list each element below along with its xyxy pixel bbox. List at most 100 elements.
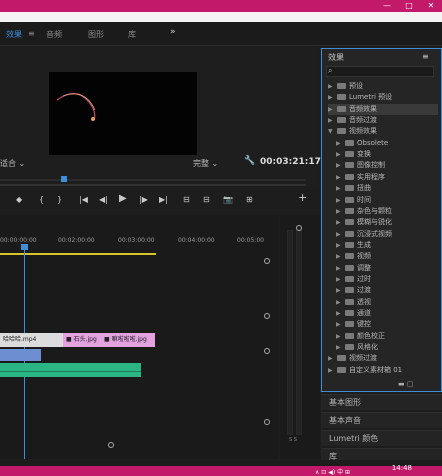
effects-tree-item[interactable]: ▶ 视频 bbox=[336, 251, 371, 262]
chevron-right-icon[interactable]: ▶ bbox=[328, 365, 337, 376]
chevron-right-icon[interactable]: ▶ bbox=[328, 104, 337, 115]
meter-solo-labels[interactable]: S S bbox=[289, 437, 297, 443]
panel-menu-icon[interactable]: ≡ bbox=[422, 52, 429, 61]
chevron-right-icon[interactable]: ▶ bbox=[336, 206, 345, 217]
effects-tree-item[interactable]: ▶ 音频效果 bbox=[328, 103, 438, 115]
chevron-right-icon[interactable]: ▶ bbox=[336, 229, 345, 240]
chevron-right-icon[interactable]: ▶ bbox=[328, 92, 337, 103]
side-panel-tab[interactable]: Lumetri 颜色 bbox=[321, 430, 442, 446]
chevron-right-icon[interactable]: ▶ bbox=[336, 149, 345, 160]
comparison-view-button[interactable]: ⊞ bbox=[246, 195, 253, 204]
zoom-handle[interactable] bbox=[264, 348, 270, 354]
effects-tree-item[interactable]: ▶ 颜色校正 bbox=[336, 331, 385, 342]
chevron-right-icon[interactable]: ▶ bbox=[336, 285, 345, 296]
extract-button[interactable]: ⊟ bbox=[203, 195, 210, 204]
effects-tree-item[interactable]: ▶ 风格化 bbox=[336, 342, 378, 353]
program-timecode[interactable]: 00:03:21:17 bbox=[260, 157, 321, 167]
export-frame-icon[interactable]: 📷 bbox=[223, 195, 233, 204]
chevron-right-icon[interactable]: ▶ bbox=[336, 331, 345, 342]
tab-audio[interactable]: 音频 bbox=[46, 29, 62, 40]
side-panel-tab[interactable]: 基本图形 bbox=[321, 394, 442, 410]
chevron-right-icon[interactable]: ▶ bbox=[336, 217, 345, 228]
step-forward-button[interactable]: |▶ bbox=[139, 195, 148, 204]
image-clip[interactable]: ■ 嘛啦啦啦.jpg bbox=[101, 333, 155, 347]
chevron-right-icon[interactable]: ▶ bbox=[336, 342, 345, 353]
chevron-right-icon[interactable]: ▶ bbox=[336, 195, 345, 206]
tab-library[interactable]: 库 bbox=[128, 29, 136, 40]
effects-tree-item[interactable]: ▶ 视频过渡 bbox=[328, 353, 377, 364]
effects-tree-item[interactable]: ▶ 过渡 bbox=[336, 285, 371, 296]
chevron-right-icon[interactable]: ▶ bbox=[336, 297, 345, 308]
chevron-right-icon[interactable]: ▶ bbox=[328, 353, 337, 364]
program-ruler[interactable] bbox=[0, 171, 306, 186]
effects-tree-item[interactable]: ▶ 音频过渡 bbox=[328, 115, 377, 126]
effects-tree-item[interactable]: ▶ 透视 bbox=[336, 297, 371, 308]
close-button[interactable]: ✕ bbox=[420, 0, 442, 12]
tab-effects[interactable]: 效果 bbox=[6, 29, 22, 40]
marker-button[interactable]: ◆ bbox=[16, 195, 22, 204]
go-to-in-button[interactable]: |◀ bbox=[79, 195, 88, 204]
effects-tree-item[interactable]: ▶ 变换 bbox=[336, 149, 371, 160]
chevron-right-icon[interactable]: ▶ bbox=[336, 138, 345, 149]
chevron-right-icon[interactable]: ▶ bbox=[336, 172, 345, 183]
zoom-handle[interactable] bbox=[264, 419, 270, 425]
chevron-right-icon[interactable]: ▶ bbox=[336, 263, 345, 274]
minimize-button[interactable]: — bbox=[376, 0, 398, 12]
step-back-button[interactable]: ◀| bbox=[99, 195, 108, 204]
chevron-right-icon[interactable]: ▶ bbox=[328, 115, 337, 126]
effects-tree-item[interactable]: ▶ 实用程序 bbox=[336, 172, 385, 183]
go-to-out-button[interactable]: ▶| bbox=[159, 195, 168, 204]
chevron-right-icon[interactable]: ▶ bbox=[336, 319, 345, 330]
effects-tree-item[interactable]: ▶ 沉浸式视频 bbox=[336, 229, 392, 240]
chevron-right-icon[interactable]: ▶ bbox=[336, 308, 345, 319]
effects-tree-item[interactable]: ▶ 扭曲 bbox=[336, 183, 371, 194]
effects-tree-item[interactable]: ▶ 键控 bbox=[336, 319, 371, 330]
fit-dropdown[interactable]: 适合 ⌄ bbox=[0, 158, 25, 169]
audio-clip[interactable] bbox=[0, 363, 141, 377]
lift-button[interactable]: ⊟ bbox=[183, 195, 190, 204]
timeline-time-ruler[interactable]: 00:00:00:00 00:02:00:00 00:03:00:00 00:0… bbox=[0, 237, 278, 247]
effects-tree-item[interactable]: ▶ 通道 bbox=[336, 308, 371, 319]
mark-in-button[interactable]: { bbox=[39, 195, 44, 204]
wrench-icon[interactable]: 🔧 bbox=[244, 156, 255, 166]
zoom-handle[interactable] bbox=[264, 258, 270, 264]
effects-tree-item[interactable]: ▼ 视频效果 bbox=[328, 126, 377, 137]
play-button[interactable]: ▶ bbox=[119, 193, 127, 204]
effects-tree-item[interactable]: ▶ 生成 bbox=[336, 240, 371, 251]
image-clip[interactable]: ■ 石头.jpg bbox=[63, 333, 101, 347]
chevron-down-icon[interactable]: ▼ bbox=[328, 126, 337, 137]
effects-tree-item[interactable]: ▶ 杂色与颗粒 bbox=[336, 206, 392, 217]
chevron-right-icon[interactable]: ▶ bbox=[336, 251, 345, 262]
effects-tree-item[interactable]: ▶ 时间 bbox=[336, 195, 371, 206]
side-panel-tab[interactable]: 基本声音 bbox=[321, 412, 442, 428]
zoom-handle[interactable] bbox=[264, 313, 270, 319]
chevron-right-icon[interactable]: ▶ bbox=[328, 81, 337, 92]
new-bin-icon[interactable]: ▬ ▢ bbox=[398, 380, 413, 388]
effects-tree-item[interactable]: ▶ 调整 bbox=[336, 263, 371, 274]
system-tray[interactable]: ∧ ⊡ ◀) 中 ⊞ bbox=[315, 467, 350, 476]
video-clip[interactable]: 哈哈哈.mp4 bbox=[0, 333, 63, 347]
effects-tree-item[interactable]: ▶ 图像控制 bbox=[336, 160, 385, 171]
side-panel-tab[interactable]: 库 bbox=[321, 448, 442, 461]
effects-tree-item[interactable]: ▶ Obsolete bbox=[336, 138, 388, 149]
maximize-button[interactable]: □ bbox=[398, 0, 420, 12]
tab-graphics[interactable]: 图形 bbox=[88, 29, 104, 40]
chevron-right-icon[interactable]: ▶ bbox=[336, 183, 345, 194]
resolution-dropdown[interactable]: 完整 ⌄ bbox=[193, 158, 218, 169]
mark-out-button[interactable]: } bbox=[57, 195, 62, 204]
effects-tree-item[interactable]: ▶ 预设 bbox=[328, 81, 363, 92]
chevron-right-icon[interactable]: ▶ bbox=[336, 240, 345, 251]
effects-search-input[interactable] bbox=[326, 66, 434, 77]
effects-tree-item[interactable]: ▶ 模糊与锐化 bbox=[336, 217, 392, 228]
chevron-right-icon[interactable]: ▶ bbox=[336, 160, 345, 171]
tab-menu-icon[interactable]: ≡ bbox=[28, 29, 35, 38]
more-tabs-icon[interactable]: » bbox=[170, 27, 176, 37]
effects-tree-item[interactable]: ▶ 自定义素材箱 01 bbox=[328, 365, 402, 376]
video-clip-segment[interactable] bbox=[0, 349, 41, 361]
chevron-right-icon[interactable]: ▶ bbox=[336, 274, 345, 285]
horizontal-scroll-handle[interactable] bbox=[108, 442, 114, 448]
add-button[interactable]: + bbox=[298, 191, 307, 204]
effects-tree-item[interactable]: ▶ 过时 bbox=[336, 274, 371, 285]
effects-tree-item[interactable]: ▶ Lumetri 预设 bbox=[328, 92, 392, 103]
meter-knob[interactable] bbox=[296, 225, 302, 231]
